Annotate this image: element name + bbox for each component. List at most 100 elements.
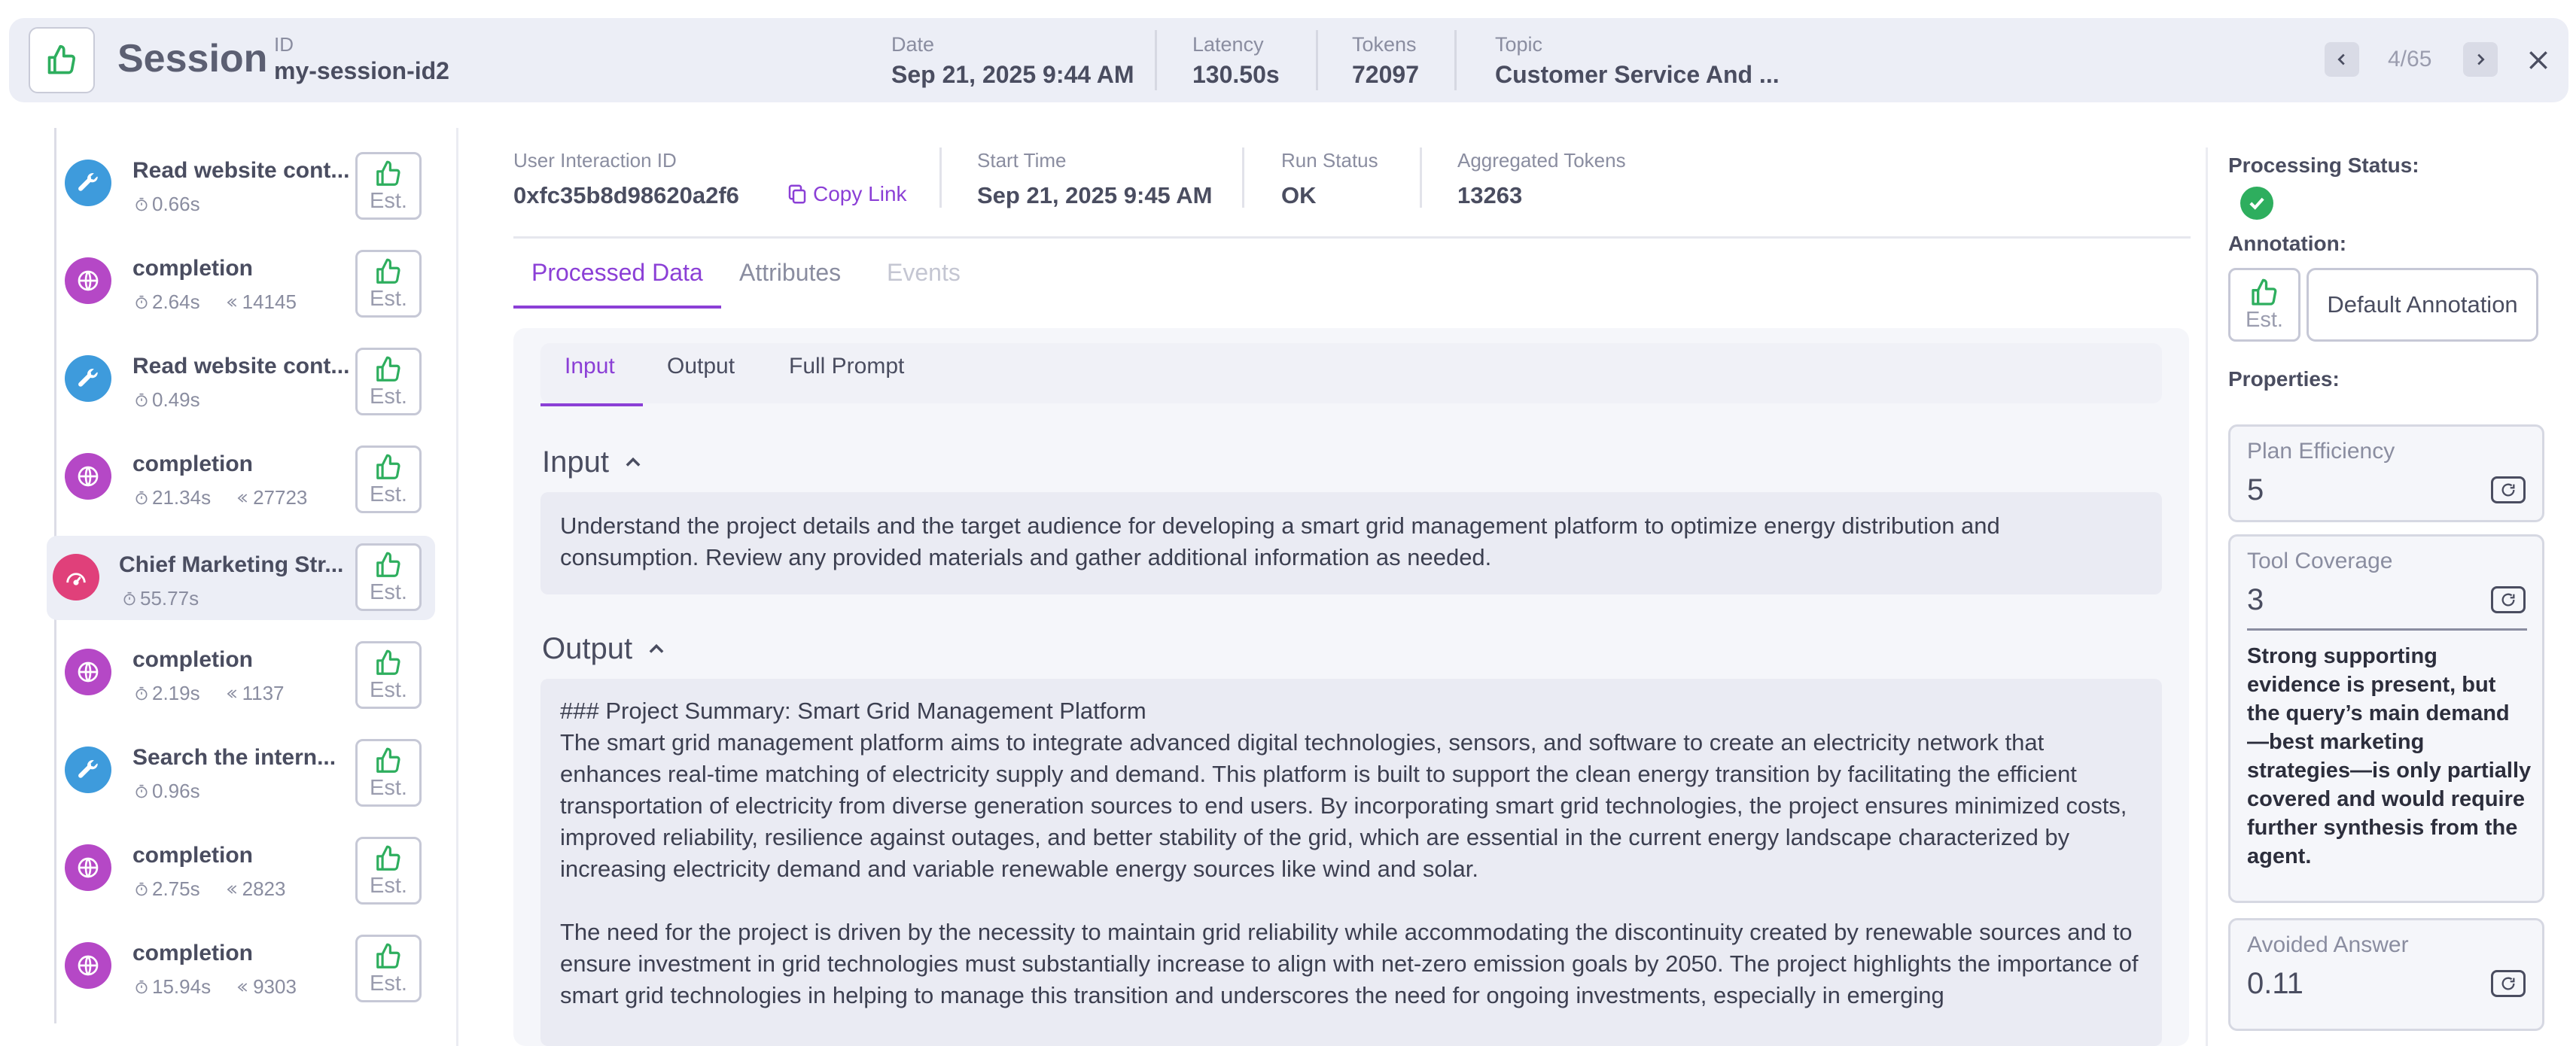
step-estimate-button[interactable]: Est.	[355, 250, 422, 318]
uid-value: 0xfc35b8d98620a2f6	[513, 182, 739, 208]
tab-events[interactable]: Events	[887, 259, 961, 287]
tab-processed-data[interactable]: Processed Data	[531, 259, 703, 287]
chevron-up-icon	[626, 457, 641, 467]
active-tab-indicator	[513, 306, 721, 309]
steps-sidebar: Read website cont... 0.66s Est. completi…	[0, 128, 459, 1046]
copy-link-button[interactable]: Copy Link	[786, 182, 907, 206]
divider	[939, 147, 942, 208]
globe-icon	[78, 270, 99, 291]
step-title: Search the intern...	[132, 745, 336, 770]
subtab-input[interactable]: Input	[565, 354, 615, 379]
default-annotation-button[interactable]: Default Annotation	[2307, 268, 2538, 342]
thumbs-up-icon	[376, 747, 400, 773]
prev-session-button[interactable]	[2325, 42, 2359, 77]
agent-step-badge	[53, 554, 99, 601]
llm-step-badge	[65, 942, 111, 989]
thumbs-up-icon	[376, 943, 400, 968]
step-item[interactable]: completion 2.19s 1137 Est.	[47, 617, 435, 709]
step-meta: 0.96s	[134, 780, 200, 803]
step-estimate-button[interactable]: Est.	[355, 152, 422, 220]
step-meta: 0.66s	[134, 193, 200, 216]
subtab-output[interactable]: Output	[667, 354, 735, 379]
thumbs-up-icon	[376, 160, 400, 186]
annotation-label: Annotation:	[2228, 232, 2347, 255]
session-header: Session ID my-session-id2 Date Sep 21, 2…	[9, 18, 2568, 102]
run-status-label: Run Status	[1281, 149, 1378, 172]
stopwatch-icon	[135, 686, 148, 700]
step-estimate-button[interactable]: Est.	[355, 739, 422, 807]
step-meta: 21.34s 27723	[134, 486, 307, 509]
step-tokens: 2823	[242, 877, 286, 900]
output-section-toggle[interactable]: Output	[542, 632, 667, 666]
property-explain-button[interactable]	[2491, 970, 2526, 997]
step-estimate-button[interactable]: Est.	[355, 641, 422, 709]
tokens-value: 72097	[1352, 61, 1419, 88]
step-estimate-button[interactable]: Est.	[355, 935, 422, 1002]
tab-attributes[interactable]: Attributes	[739, 259, 841, 287]
stopwatch-icon	[135, 784, 148, 798]
session-id-label: ID	[274, 33, 294, 56]
panel-divider	[2206, 147, 2208, 1046]
property-card: Avoided Answer 0.11	[2228, 918, 2544, 1031]
step-item[interactable]: completion 2.64s 14145 Est.	[47, 226, 435, 318]
refresh-icon	[2501, 977, 2515, 990]
processing-status-label: Processing Status:	[2228, 154, 2419, 177]
step-estimate-button[interactable]: Est.	[355, 348, 422, 415]
step-meta: 0.49s	[134, 388, 200, 412]
property-explain-button[interactable]	[2491, 476, 2526, 503]
stopwatch-icon	[135, 980, 148, 993]
stopwatch-icon	[135, 491, 148, 504]
uid-label: User Interaction ID	[513, 149, 677, 172]
step-item-selected[interactable]: Chief Marketing Str... 55.77s Est.	[47, 536, 435, 620]
chevron-right-icon	[2477, 53, 2485, 65]
llm-step-badge	[65, 649, 111, 695]
estimate-label: Est.	[370, 189, 407, 213]
step-item[interactable]: completion 21.34s 27723 Est.	[47, 421, 435, 513]
run-status-value: OK	[1281, 182, 1317, 208]
start-time-label: Start Time	[977, 149, 1067, 172]
step-item[interactable]: completion 15.94s 9303 Est.	[47, 911, 435, 1002]
estimate-label: Est.	[370, 580, 407, 604]
close-button[interactable]	[2522, 44, 2555, 77]
step-estimate-button[interactable]: Est.	[355, 837, 422, 905]
active-subtab-indicator	[540, 403, 643, 406]
step-item[interactable]: completion 2.75s 2823 Est.	[47, 813, 435, 905]
annotation-estimate-button[interactable]: Est.	[2228, 268, 2300, 342]
output-paragraph: The smart grid management platform aims …	[560, 729, 2127, 882]
tokens-icon	[237, 493, 248, 503]
thumbs-up-button[interactable]	[29, 27, 95, 93]
step-meta: 2.75s 2823	[134, 877, 285, 901]
thumbs-up-icon	[376, 454, 400, 479]
output-heading: Output	[542, 632, 633, 665]
step-estimate-button[interactable]: Est.	[355, 543, 422, 611]
copy-link-label: Copy Link	[813, 182, 907, 205]
step-item[interactable]: Read website cont... 0.66s Est.	[47, 128, 435, 220]
step-estimate-button[interactable]: Est.	[355, 445, 422, 513]
property-card-expanded: Tool Coverage 3 Strong supporting eviden…	[2228, 534, 2544, 903]
step-tokens: 27723	[253, 486, 308, 509]
step-item[interactable]: Search the intern... 0.96s Est.	[47, 715, 435, 807]
step-title: completion	[132, 941, 254, 965]
step-duration: 0.96s	[152, 780, 200, 802]
estimate-label: Est.	[370, 385, 407, 409]
chevron-left-icon	[2337, 53, 2345, 65]
subtab-full-prompt[interactable]: Full Prompt	[789, 354, 904, 379]
llm-step-badge	[65, 453, 111, 500]
tokens-icon	[227, 689, 236, 698]
property-explain-button[interactable]	[2491, 586, 2526, 613]
thumbs-up-icon	[376, 356, 400, 382]
estimate-label: Est.	[370, 874, 407, 898]
tokens-stat: Tokens 72097	[1352, 33, 1419, 89]
gauge-icon	[66, 573, 86, 585]
tokens-icon	[227, 297, 236, 307]
estimate-label: Est.	[2246, 307, 2283, 332]
tool-step-badge	[65, 160, 111, 206]
step-duration: 2.75s	[152, 877, 200, 900]
copy-icon	[788, 184, 806, 204]
input-section-toggle[interactable]: Input	[542, 445, 644, 479]
divider	[2247, 628, 2527, 631]
estimate-label: Est.	[370, 776, 407, 800]
step-item[interactable]: Read website cont... 0.49s Est.	[47, 324, 435, 415]
next-session-button[interactable]	[2463, 42, 2498, 77]
estimate-label: Est.	[370, 287, 407, 311]
